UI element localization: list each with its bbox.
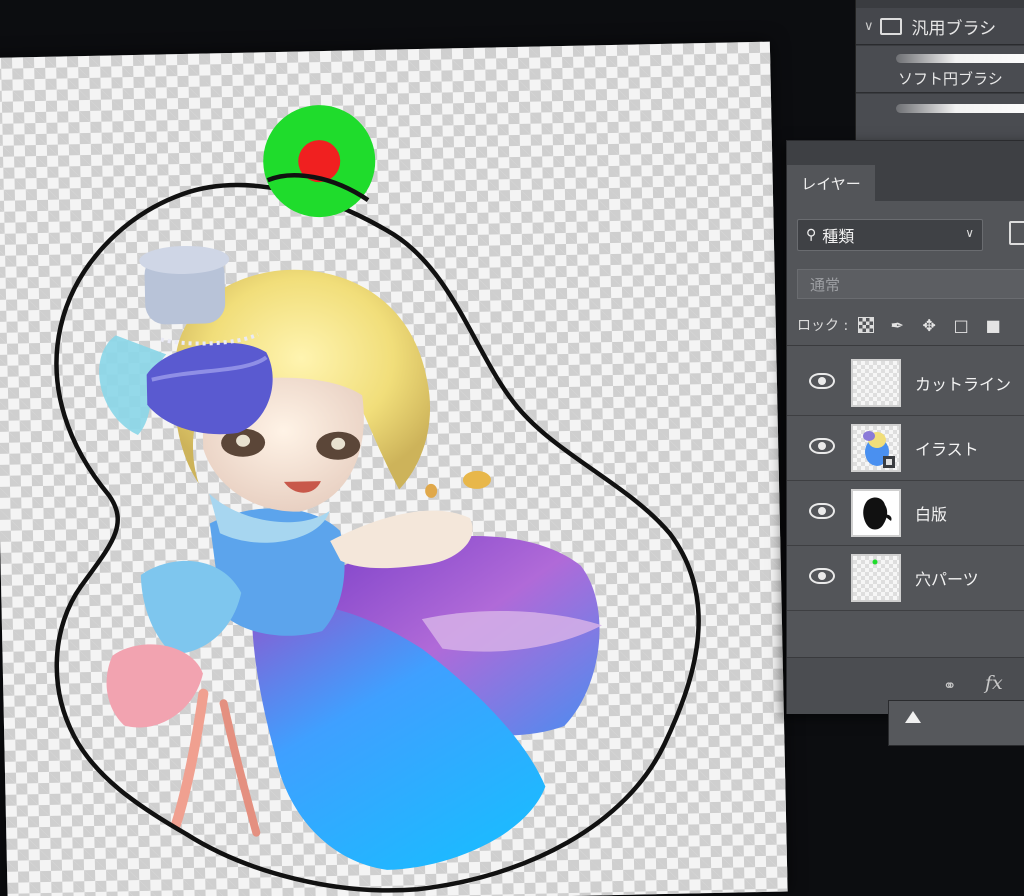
chevron-down-icon: ∨ <box>965 226 974 240</box>
layer-row-hole-parts[interactable]: 穴パーツ <box>787 546 1024 611</box>
layer-name: カットライン <box>915 375 1012 394</box>
document-canvas[interactable] <box>0 41 788 896</box>
tab-layers-label: レイヤー <box>801 174 861 193</box>
white-plate-silhouette <box>863 497 892 530</box>
brush-stroke-preview <box>896 54 1024 63</box>
lock-artboard-icon[interactable]: □ <box>952 316 970 335</box>
layer-name: 白版 <box>915 505 948 524</box>
brush-folder-label: 汎用ブラシ <box>911 18 997 39</box>
layer-row-cutline[interactable]: カットライン <box>787 351 1024 416</box>
brush-folder-general[interactable]: ∨ 汎用ブラシ <box>856 8 1024 45</box>
secondary-panel-strip <box>888 700 1024 746</box>
visibility-eye-icon[interactable] <box>809 373 835 389</box>
layer-effects-fx-icon[interactable]: fx <box>985 672 1003 694</box>
screen: ∨ 汎用ブラシ ソフト円ブラシ レイヤー ⚲ 種類 ∨ 通常 ロック: ✒ ✥… <box>0 0 1024 896</box>
brush-stroke-preview <box>896 104 1024 113</box>
character-illustration <box>99 245 603 870</box>
blend-mode-value: 通常 <box>810 275 841 294</box>
layers-panel: レイヤー ⚲ 種類 ∨ 通常 ロック : ✒ ✥ □ ■ カットライン イラスト… <box>786 140 1024 714</box>
brush-preset-item[interactable] <box>856 94 1024 141</box>
layer-thumbnail <box>851 554 901 602</box>
illustration-thumbnail-image <box>863 431 895 468</box>
visibility-eye-icon[interactable] <box>809 568 835 584</box>
divider <box>787 345 1024 346</box>
brush-preset-label: ソフト円ブラシ <box>898 70 1003 88</box>
image-filter-icon[interactable] <box>1009 221 1024 245</box>
lock-image-pixels-icon[interactable]: ✒ <box>888 316 906 335</box>
lock-options-row: ロック : ✒ ✥ □ ■ <box>797 313 1024 337</box>
layer-row-illustration[interactable]: イラスト <box>787 416 1024 481</box>
visibility-eye-icon[interactable] <box>809 503 835 519</box>
layer-name: イラスト <box>915 440 979 459</box>
lock-all-icon[interactable]: ■ <box>984 316 1002 335</box>
artwork <box>54 105 701 893</box>
tab-layers[interactable]: レイヤー <box>787 165 875 201</box>
lock-position-icon[interactable]: ✥ <box>920 316 938 335</box>
layer-kind-filter-value: 種類 <box>822 227 855 246</box>
triangle-icon[interactable] <box>905 711 921 723</box>
layer-row-white-plate[interactable]: 白版 <box>787 481 1024 546</box>
lock-transparent-pixels-icon[interactable] <box>858 317 875 333</box>
hole-parts-thumbnail <box>872 559 878 565</box>
blend-mode-select[interactable]: 通常 <box>797 269 1024 299</box>
layer-thumbnail <box>851 424 901 472</box>
link-layers-icon[interactable]: ⚭ <box>943 676 956 695</box>
visibility-eye-icon[interactable] <box>809 438 835 454</box>
layer-thumbnail <box>851 489 901 537</box>
lock-label: ロック : <box>797 318 849 334</box>
brush-presets-panel: ∨ 汎用ブラシ ソフト円ブラシ <box>855 0 1024 150</box>
folder-icon <box>879 17 902 35</box>
brush-preset-soft-round[interactable]: ソフト円ブラシ <box>856 46 1024 93</box>
layers-panel-tabbar: レイヤー <box>787 141 1024 201</box>
layer-thumbnail <box>851 359 901 407</box>
chevron-down-icon[interactable]: ∨ <box>864 19 874 34</box>
layer-kind-filter-select[interactable]: ⚲ 種類 ∨ <box>797 219 983 251</box>
layer-name: 穴パーツ <box>915 570 979 589</box>
search-icon: ⚲ <box>806 227 817 243</box>
